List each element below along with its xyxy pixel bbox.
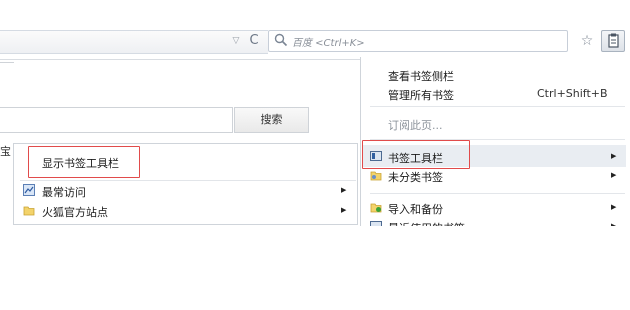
- shortcut-label: Ctrl+Shift+B: [537, 87, 608, 100]
- toolbar-divider: [0, 59, 360, 60]
- page-search-button[interactable]: 搜索: [234, 107, 309, 133]
- blank-area: [0, 226, 630, 310]
- menu-item-view-bookmarks-sidebar[interactable]: 查看书签侧栏: [388, 68, 454, 84]
- menu-separator: [370, 193, 625, 194]
- search-icon: [274, 33, 288, 47]
- menu-separator: [370, 106, 625, 107]
- bookmarks-menu-button[interactable]: [601, 30, 625, 52]
- menu-item-manage-bookmarks[interactable]: 管理所有书签: [388, 87, 454, 103]
- history-dropdown-icon[interactable]: ▽: [230, 34, 242, 48]
- page-side-text: 宝: [0, 145, 11, 158]
- address-bar[interactable]: [0, 30, 268, 54]
- bookmarks-clipboard-icon: [608, 33, 619, 48]
- unsorted-bookmarks-icon: [370, 171, 382, 181]
- reload-icon[interactable]: C: [246, 33, 262, 49]
- highlight-box: [362, 140, 470, 169]
- frequent-icon: [23, 184, 35, 196]
- menu-item-firefox-official-sites[interactable]: 火狐官方站点: [42, 204, 108, 220]
- menu-item-import-and-backup[interactable]: 导入和备份: [388, 201, 443, 217]
- menu-item-unsorted-bookmarks[interactable]: 未分类书签: [388, 169, 443, 185]
- page-search-field[interactable]: [0, 107, 233, 133]
- menu-separator: [20, 180, 356, 181]
- import-backup-icon: [370, 203, 382, 213]
- submenu-arrow-icon: ▶: [341, 206, 347, 214]
- submenu-arrow-icon: ▶: [611, 152, 617, 160]
- submenu-arrow-icon: ▶: [611, 203, 617, 211]
- search-placeholder: 百度 <Ctrl+K>: [292, 38, 365, 49]
- bookmark-star-icon[interactable]: ☆: [577, 31, 597, 51]
- menu-item-subscribe-page: 订阅此页...: [388, 119, 443, 132]
- submenu-arrow-icon: ▶: [611, 171, 617, 179]
- folder-icon: [23, 206, 35, 216]
- highlight-box: [28, 146, 140, 178]
- submenu-arrow-icon: ▶: [341, 186, 347, 194]
- menu-item-most-visited[interactable]: 最常访问: [42, 184, 86, 200]
- page-edge-line: [0, 62, 14, 63]
